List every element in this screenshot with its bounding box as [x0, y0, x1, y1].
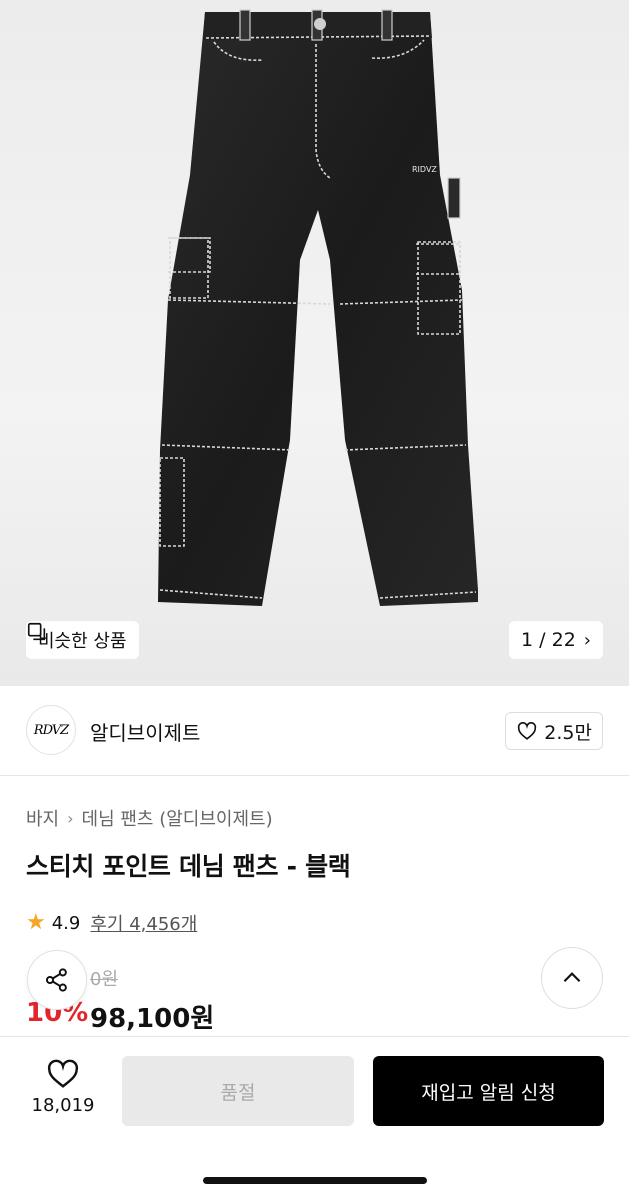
similar-products-button[interactable]: 비슷한 상품	[26, 621, 139, 659]
rating-row: ★ 4.9 후기 4,456개	[26, 910, 197, 936]
brand-logo-text: RDVZ	[33, 722, 69, 738]
breadcrumb: 바지 › 데님 팬츠 (알디브이제트)	[26, 805, 273, 831]
breadcrumb-item-subcategory[interactable]: 데님 팬츠 (알디브이제트)	[82, 805, 273, 831]
brand-like-button[interactable]: 2.5만	[505, 712, 603, 750]
home-indicator	[203, 1177, 427, 1184]
reviews-link[interactable]: 후기 4,456개	[90, 910, 197, 936]
product-title: 스티치 포인트 데님 팬츠 - 블랙	[26, 852, 351, 881]
breadcrumb-item-category[interactable]: 바지	[26, 805, 59, 831]
share-button[interactable]	[27, 950, 87, 1010]
bottom-action-bar: 18,019 품절 재입고 알림 신청	[0, 1036, 629, 1200]
scroll-top-button[interactable]	[541, 947, 603, 1009]
brand-row: RDVZ 알디브이제트 2.5만	[0, 686, 629, 776]
share-icon	[45, 968, 67, 992]
star-icon: ★	[26, 910, 46, 935]
brand-like-count: 2.5만	[544, 721, 592, 744]
sale-price: 98,100원	[90, 1004, 215, 1034]
rating-score: 4.9	[51, 912, 81, 934]
wishlist-button[interactable]: 18,019	[26, 1059, 100, 1116]
heart-outline-icon	[518, 722, 537, 740]
heart-outline-icon	[47, 1059, 79, 1088]
image-pager-text: 1 / 22	[521, 629, 576, 651]
similar-items-icon	[27, 622, 46, 641]
original-price: 0원	[90, 969, 119, 990]
chevron-right-icon: ›	[583, 629, 591, 651]
product-image-gallery[interactable]: RIDVZ 비슷한 상품 1 / 22 ›	[0, 0, 629, 686]
wishlist-count: 18,019	[31, 1095, 95, 1116]
image-pager[interactable]: 1 / 22 ›	[509, 621, 603, 659]
pants-brand-mark: RIDVZ	[412, 165, 437, 174]
brand-name[interactable]: 알디브이제트	[90, 717, 200, 746]
brand-logo[interactable]: RDVZ	[26, 705, 76, 755]
chevron-right-icon: ›	[67, 808, 74, 828]
jeans-product-image: RIDVZ	[158, 9, 478, 606]
soldout-button: 품절	[122, 1056, 354, 1126]
similar-products-label: 비슷한 상품	[38, 631, 127, 652]
chevron-up-icon	[563, 972, 581, 983]
restock-alert-button[interactable]: 재입고 알림 신청	[373, 1056, 604, 1126]
